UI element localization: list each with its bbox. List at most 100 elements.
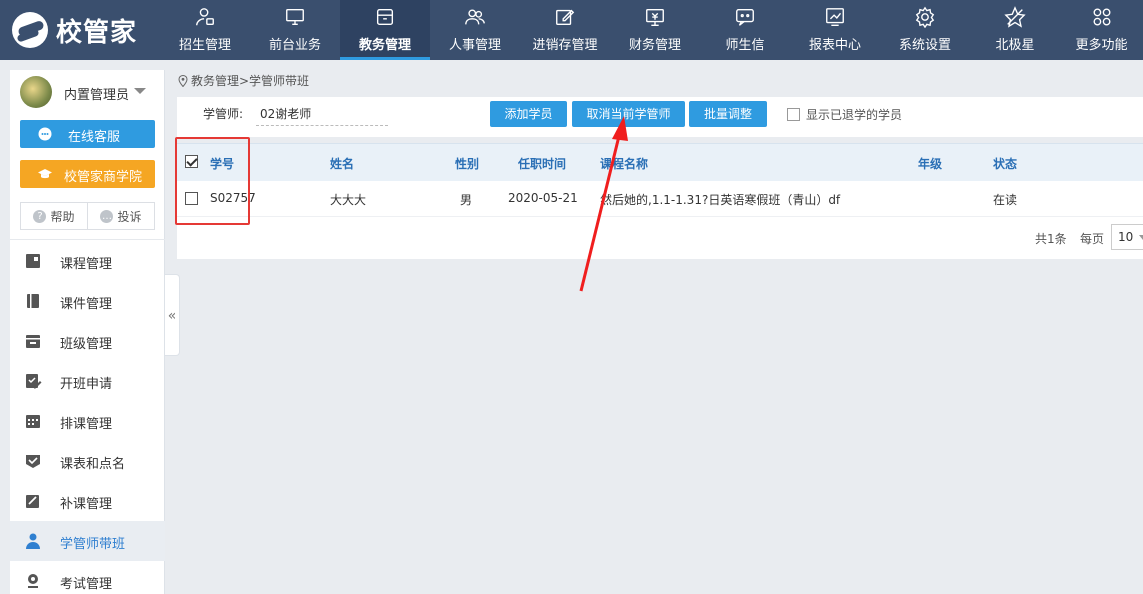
sidebar-item-label: 补课管理 bbox=[60, 497, 113, 512]
sidebar-collapse-toggle[interactable]: « bbox=[165, 274, 180, 356]
nav-item-more[interactable]: 更多功能 bbox=[1060, 0, 1143, 60]
sidebar-item-class-apply[interactable]: 开班申请 bbox=[10, 361, 165, 401]
course-icon bbox=[26, 254, 40, 268]
nav-label: 人事管理 bbox=[448, 38, 501, 53]
column-header-status[interactable]: 状态 bbox=[993, 155, 1017, 172]
report-icon bbox=[826, 8, 844, 26]
add-student-button[interactable]: 添加学员 bbox=[490, 101, 567, 127]
nav-item-polaris[interactable]: 北极星 bbox=[970, 0, 1060, 60]
cell-course: 然后她的,1.1-1.31?日英语寒假班（青山）df bbox=[600, 193, 841, 207]
chevron-down-icon bbox=[1139, 235, 1143, 240]
column-header-grade[interactable]: 年级 bbox=[918, 155, 942, 172]
sidebar-item-class[interactable]: 班级管理 bbox=[10, 321, 165, 361]
help-row: ? 帮助 … 投诉 bbox=[20, 202, 155, 230]
location-pin-icon bbox=[178, 74, 188, 87]
column-header-date[interactable]: 任职时间 bbox=[518, 155, 566, 172]
student-table: 学号 姓名 性别 任职时间 课程名称 年级 状态 S02757 大大大 男 20… bbox=[177, 143, 1143, 259]
sidebar-item-exam[interactable]: 考试管理 bbox=[10, 561, 165, 594]
column-header-name[interactable]: 姓名 bbox=[330, 155, 354, 172]
sidebar-item-course[interactable]: 课程管理 bbox=[10, 241, 165, 281]
nav-item-hr[interactable]: 人事管理 bbox=[430, 0, 520, 60]
nav-item-reports[interactable]: 报表中心 bbox=[790, 0, 880, 60]
highlight-box bbox=[175, 137, 250, 225]
nav-item-settings[interactable]: 系统设置 bbox=[880, 0, 970, 60]
edit-icon bbox=[556, 9, 575, 26]
monitor-icon bbox=[286, 8, 304, 26]
graduation-cap-icon bbox=[38, 169, 52, 179]
nav-label: 更多功能 bbox=[1075, 38, 1128, 53]
cell-status: 在读 bbox=[993, 193, 1018, 207]
nav-item-enrollment[interactable]: 招生管理 bbox=[160, 0, 250, 60]
sidebar-item-label: 考试管理 bbox=[60, 577, 113, 592]
nav-item-messages[interactable]: 师生信 bbox=[700, 0, 790, 60]
nav-label: 招生管理 bbox=[178, 38, 231, 53]
complaint-button[interactable]: … 投诉 bbox=[87, 203, 154, 229]
sidebar-item-label: 排课管理 bbox=[60, 417, 113, 432]
nav-label: 财务管理 bbox=[628, 38, 681, 53]
apply-icon bbox=[26, 374, 42, 389]
sidebar-item-label: 学管师带班 bbox=[60, 537, 126, 552]
question-icon: ? bbox=[33, 209, 47, 223]
sidebar-item-tutor-class[interactable]: 学管师带班 bbox=[10, 521, 165, 561]
logo[interactable]: 校管家 bbox=[12, 12, 137, 48]
online-service-button[interactable]: 在线客服 bbox=[20, 120, 155, 148]
sidebar-item-makeup[interactable]: 补课管理 bbox=[10, 481, 165, 521]
academy-label: 校管家商学院 bbox=[64, 170, 143, 185]
help-button[interactable]: ? 帮助 bbox=[21, 203, 87, 229]
pager-per-page-label: 每页 bbox=[1080, 232, 1105, 246]
checklist-icon bbox=[26, 455, 40, 468]
message-icon bbox=[736, 8, 754, 26]
sidebar-item-label: 班级管理 bbox=[60, 337, 113, 352]
table-row[interactable]: S02757 大大大 男 2020-05-21 然后她的,1.1-1.31?日英… bbox=[177, 181, 1143, 217]
avatar bbox=[20, 76, 52, 108]
nav-label: 教务管理 bbox=[358, 38, 411, 53]
cell-name: 大大大 bbox=[330, 193, 367, 207]
column-header-gender[interactable]: 性别 bbox=[455, 155, 479, 172]
chevron-down-icon[interactable] bbox=[134, 88, 146, 94]
help-label: 帮助 bbox=[50, 209, 75, 224]
gear-icon bbox=[915, 6, 935, 28]
exam-icon bbox=[28, 574, 38, 588]
cell-date: 2020-05-21 bbox=[508, 191, 578, 205]
batch-adjust-button[interactable]: 批量调整 bbox=[689, 101, 767, 127]
user-menu[interactable]: 内置管理员 bbox=[10, 70, 165, 114]
sidebar-item-label: 课程管理 bbox=[60, 257, 113, 272]
show-withdrawn-checkbox[interactable] bbox=[787, 108, 800, 121]
sidebar-divider bbox=[10, 239, 165, 240]
cancel-current-tutor-button[interactable]: 取消当前学管师 bbox=[572, 101, 685, 127]
nav-item-academic[interactable]: 教务管理 bbox=[340, 0, 430, 60]
star-icon bbox=[1004, 6, 1026, 28]
breadcrumb-text: 教务管理>学管师带班 bbox=[191, 74, 310, 88]
users-icon bbox=[465, 9, 485, 25]
nav-item-inventory[interactable]: 进销存管理 bbox=[520, 0, 610, 60]
sidebar-item-timetable[interactable]: 课表和点名 bbox=[10, 441, 165, 481]
pager-total: 共1条 bbox=[1035, 232, 1067, 246]
show-withdrawn-toggle[interactable]: 显示已退学的学员 bbox=[787, 106, 902, 123]
sidebar-item-schedule[interactable]: 排课管理 bbox=[10, 401, 165, 441]
nav-label: 进销存管理 bbox=[532, 38, 598, 53]
user-name: 内置管理员 bbox=[64, 88, 130, 103]
book-icon bbox=[27, 294, 39, 308]
teacher-icon bbox=[26, 533, 40, 549]
page-size-select[interactable]: 10 bbox=[1111, 224, 1143, 250]
sidebar-item-label: 课件管理 bbox=[60, 297, 113, 312]
nav-label: 系统设置 bbox=[898, 38, 951, 53]
nav-label: 报表中心 bbox=[808, 38, 861, 53]
nav-label: 前台业务 bbox=[268, 38, 321, 53]
table-header: 学号 姓名 性别 任职时间 课程名称 年级 状态 bbox=[177, 143, 1143, 181]
column-header-course[interactable]: 课程名称 bbox=[600, 155, 648, 172]
calendar-icon bbox=[26, 415, 40, 428]
teacher-select-field[interactable] bbox=[256, 102, 388, 126]
grid-icon bbox=[1093, 8, 1110, 26]
class-icon bbox=[26, 335, 40, 348]
top-nav-bar: 校管家 招生管理 前台业务 教务管理 人事管理 进销存管理 财务管理 师生信 报… bbox=[0, 0, 1143, 60]
academy-button[interactable]: 校管家商学院 bbox=[20, 160, 155, 188]
nav-item-front-desk[interactable]: 前台业务 bbox=[250, 0, 340, 60]
page-size-value: 10 bbox=[1118, 230, 1134, 244]
finance-icon bbox=[646, 8, 664, 26]
chat-icon bbox=[38, 127, 52, 141]
makeup-icon bbox=[26, 495, 39, 508]
sidebar-item-courseware[interactable]: 课件管理 bbox=[10, 281, 165, 321]
nav-item-finance[interactable]: 财务管理 bbox=[610, 0, 700, 60]
cell-gender: 男 bbox=[460, 193, 473, 207]
